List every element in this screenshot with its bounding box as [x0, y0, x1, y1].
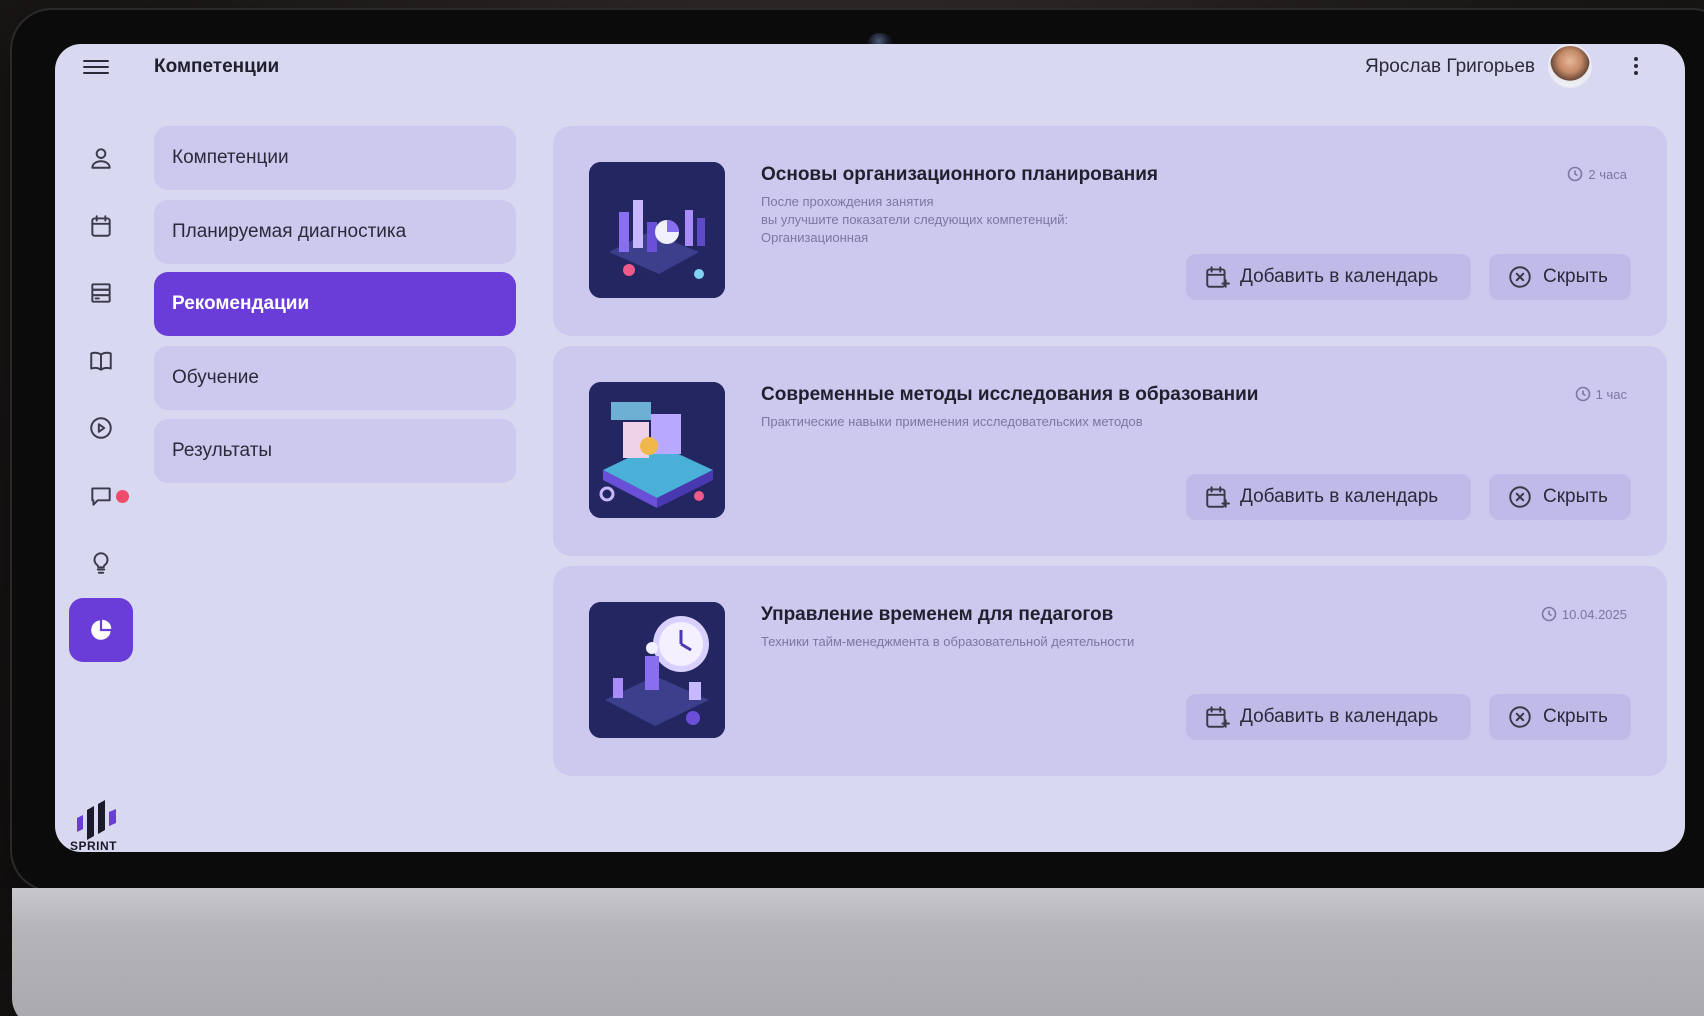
clock-icon — [1541, 606, 1557, 622]
rail-item-profile[interactable] — [69, 126, 133, 190]
hide-button[interactable]: Скрыть — [1489, 694, 1631, 740]
card-description: Практические навыки применения исследова… — [761, 413, 1281, 431]
subnav-item-learning[interactable]: Обучение — [154, 346, 516, 410]
rail-item-video[interactable] — [69, 396, 133, 460]
calendar-icon — [91, 215, 111, 237]
duration-text: 2 часа — [1588, 166, 1627, 182]
button-label: Скрыть — [1543, 266, 1608, 287]
subnav-label: Результаты — [172, 440, 273, 461]
add-to-calendar-button[interactable]: Добавить в календарь — [1186, 694, 1471, 740]
card-duration: 1 час — [1575, 386, 1627, 402]
more-options-icon[interactable] — [1631, 54, 1641, 80]
calendar-add-icon — [1206, 266, 1230, 288]
hamburger-menu-icon[interactable] — [83, 56, 109, 78]
logo-text: SPRINT — [70, 839, 118, 852]
card-title: Управление временем для педагогов — [761, 604, 1114, 625]
card-description: После прохождения занятия вы улучшите по… — [761, 193, 1281, 247]
avatar[interactable] — [1548, 44, 1592, 88]
subnav-label: Компетенции — [172, 147, 289, 168]
subnav-item-competencies[interactable]: Компетенции — [154, 126, 516, 190]
hide-button[interactable]: Скрыть — [1489, 474, 1631, 520]
subnav-item-results[interactable]: Результаты — [154, 419, 516, 483]
subnav-label: Планируемая диагностика — [172, 221, 407, 242]
button-label: Добавить в календарь — [1240, 266, 1439, 287]
clock-icon — [1575, 386, 1590, 402]
card-title: Основы организационного планирования — [761, 164, 1159, 185]
card-duration: 2 часа — [1567, 166, 1627, 182]
description-line: вы улучшите показатели следующих компете… — [761, 212, 1069, 227]
hide-button[interactable]: Скрыть — [1489, 254, 1631, 300]
close-circle-icon — [1509, 266, 1531, 288]
description-line: Практические навыки применения исследова… — [761, 414, 1143, 429]
pie-chart-icon — [91, 619, 112, 640]
clock-icon — [1568, 166, 1583, 182]
description-line: Организационная — [761, 230, 869, 245]
stack-icon — [91, 283, 111, 303]
button-label: Скрыть — [1543, 706, 1608, 727]
monitor-stand — [12, 888, 1704, 1016]
rail-item-ideas[interactable] — [69, 531, 133, 595]
calendar-add-icon — [1206, 706, 1230, 728]
book-icon — [90, 351, 112, 371]
user-name[interactable]: Ярослав Григорьев — [1365, 56, 1535, 78]
notification-dot — [116, 490, 129, 503]
add-to-calendar-button[interactable]: Добавить в календарь — [1186, 474, 1471, 520]
card-date: 10.04.2025 — [1541, 606, 1627, 622]
card-title: Современные методы исследования в образо… — [761, 384, 1259, 405]
user-icon — [91, 148, 111, 169]
calendar-add-icon — [1206, 486, 1230, 508]
subnav-item-recommendations[interactable]: Рекомендации — [154, 272, 516, 336]
rail-item-competencies[interactable] — [69, 598, 133, 662]
lightbulb-icon — [93, 552, 109, 574]
chat-icon — [91, 487, 111, 506]
card-description: Техники тайм-менеджмента в образовательн… — [761, 633, 1281, 651]
app-screen: Компетенции Ярослав Григорьев SPRINT Ком… — [55, 44, 1685, 852]
recommendation-card: Основы организационного планирования Пос… — [553, 126, 1667, 336]
description-line: Техники тайм-менеджмента в образовательн… — [761, 634, 1135, 649]
button-label: Скрыть — [1543, 486, 1608, 507]
page-title: Компетенции — [154, 56, 280, 77]
subnav-item-planned-diagnostics[interactable]: Планируемая диагностика — [154, 200, 516, 264]
close-circle-icon — [1509, 706, 1531, 728]
subnav-label: Обучение — [172, 367, 259, 388]
play-icon — [90, 417, 112, 439]
button-label: Добавить в календарь — [1240, 706, 1439, 727]
card-illustration — [589, 602, 725, 738]
rail-item-library[interactable] — [69, 329, 133, 393]
description-line: После прохождения занятия — [761, 194, 934, 209]
recommendation-card: Управление временем для педагогов Техник… — [553, 566, 1667, 776]
date-text: 10.04.2025 — [1561, 606, 1627, 622]
button-label: Добавить в календарь — [1240, 486, 1439, 507]
rail-item-reports[interactable] — [69, 261, 133, 325]
rail-item-calendar[interactable] — [69, 194, 133, 258]
duration-text: 1 час — [1595, 386, 1627, 402]
add-to-calendar-button[interactable]: Добавить в календарь — [1186, 254, 1471, 300]
card-illustration — [589, 382, 725, 518]
close-circle-icon — [1509, 486, 1531, 508]
recommendation-card: Современные методы исследования в образо… — [553, 346, 1667, 556]
card-illustration — [589, 162, 725, 298]
top-bar: Компетенции Ярослав Григорьев — [55, 44, 1685, 90]
subnav-label: Рекомендации — [172, 293, 310, 314]
